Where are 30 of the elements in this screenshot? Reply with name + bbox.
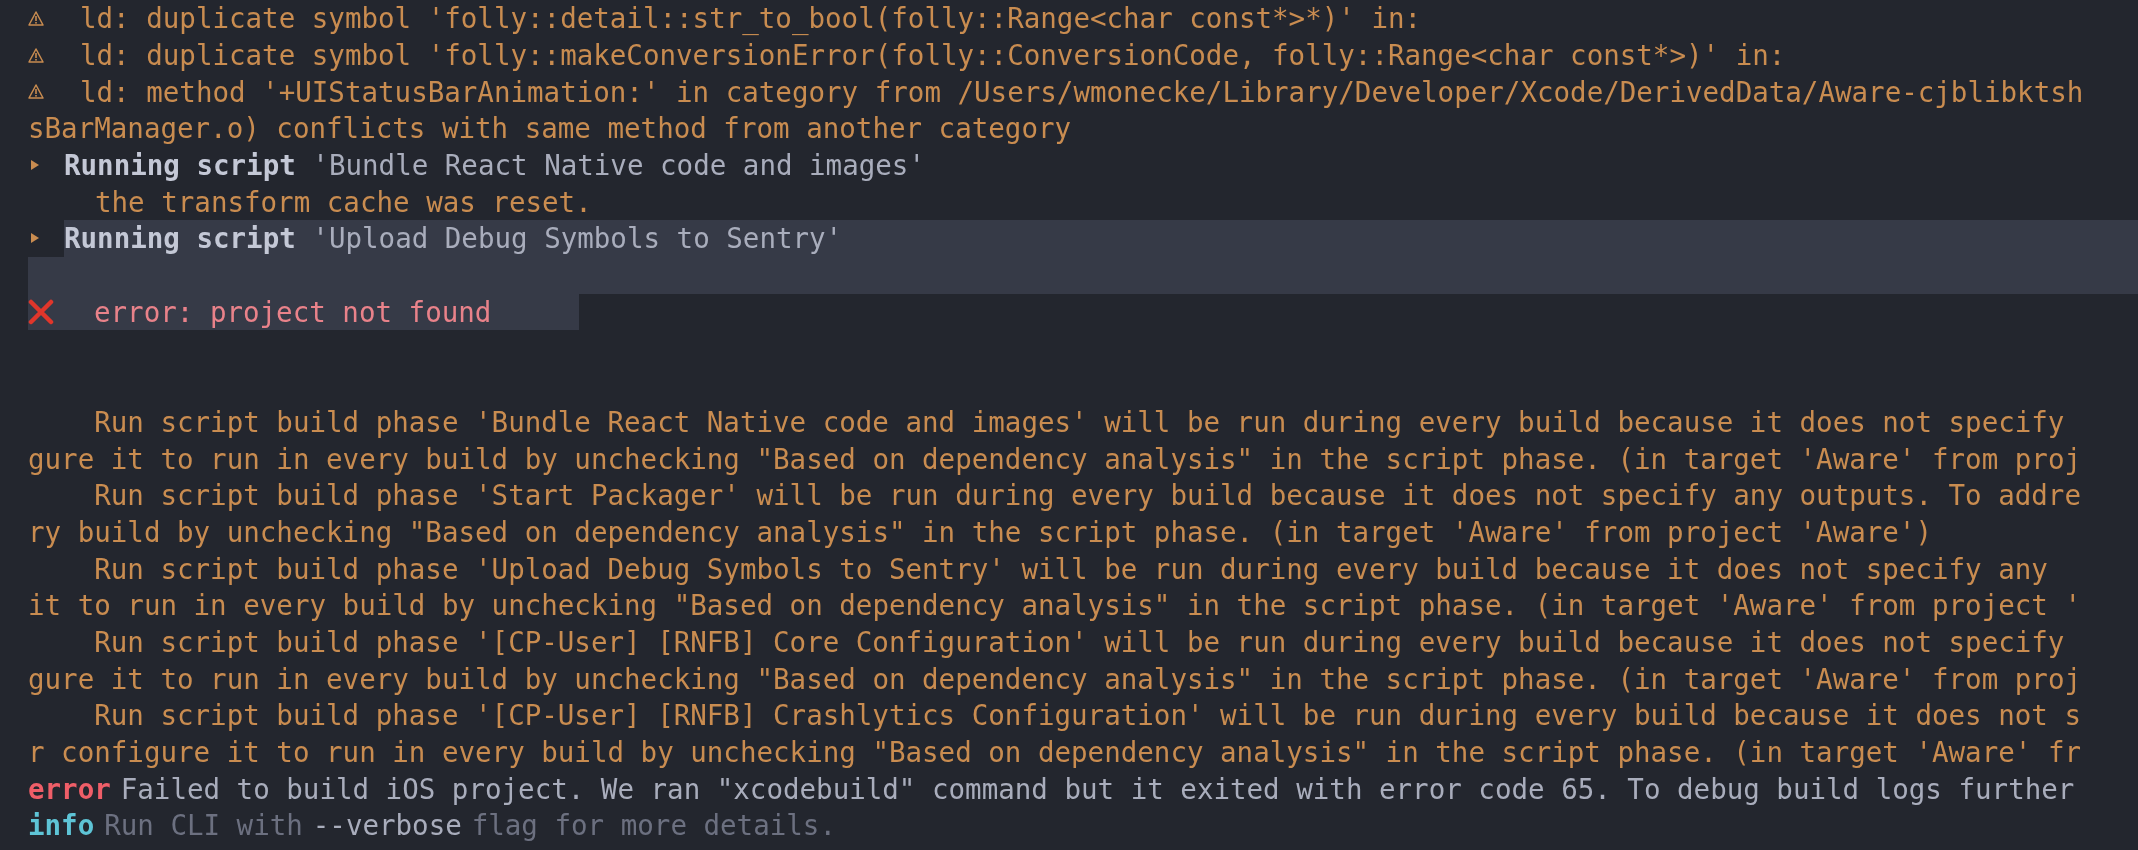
log-text: Run script build phase 'Start Packager' will be run during every build because it does not specify any outputs. To addre [93,479,2081,512]
log-text: Run script build phase '[CP-User] [RNFB] Core Configuration' will be run during every build because it does not specify [93,626,2065,659]
warning-message: ld: method '+UIStatusBarAnimation:' in category from /Users/wmonecke/Library/Developer/Xcode/DerivedData/Aware-cjblibktsh [80,75,2084,108]
error-message: error: project not found [94,295,492,328]
warning-icon [28,10,44,26]
log-text: Run script build phase 'Bundle React Native code and images' will be run during every build because it does not specify [93,405,2065,438]
log-text: Failed to build iOS project. We ran "xcodebuild" command but it exited with error code 65. To debug build logs further [120,772,2075,805]
log-text: it to run in every build by unchecking "Based on dependency analysis" in the script phase. (in target 'Aware' from project ' [28,589,2081,622]
error-cross-icon [28,298,54,325]
disclosure-triangle-icon[interactable] [30,159,40,172]
log-text: gure it to run in every build by unchecking "Based on dependency analysis" in the script phase. (in target 'Aware' from proj [28,442,2081,475]
log-text: --verbose [312,809,462,842]
log-text: flag for more details. [471,809,836,842]
log-text: r configure it to run in every build by unchecking "Based on dependency analysis" in the script phase. (in target 'Aware' fr [28,736,2081,769]
warning-icon [28,47,44,63]
warning-message: ld: duplicate symbol 'folly::detail::str_to_bool(folly::Range<char const*>*)' in: [80,2,1422,35]
log-text: Run script build phase '[CP-User] [RNFB] Crashlytics Configuration' will be run during every build because it does not s [93,699,2081,732]
log-text: Run script build phase 'Upload Debug Symbols to Sentry' will be run during every build because it does not specify any [93,552,2048,585]
script-step: Running script 'Upload Debug Symbols to Sentry' [64,222,843,255]
log-level-label: error [28,772,111,805]
warning-icon [28,84,44,100]
log-text: gure it to run in every build by unchecking "Based on dependency analysis" in the script phase. (in target 'Aware' from proj [28,662,2081,695]
log-text: sBarManager.o) conflicts with same method from another category [28,112,1072,145]
log-text: Run CLI with [104,809,303,842]
script-step: Running script 'Bundle React Native code and images' [64,149,925,182]
warning-message: ld: duplicate symbol 'folly::makeConversionError(folly::ConversionCode, folly::Range<char const*>)' in: [80,39,1786,72]
log-text: ry build by unchecking "Based on dependency analysis" in the script phase. (in target 'Aware' from project 'Aware') [28,515,1932,548]
log-level-label: info [28,809,95,842]
log-text: the transform cache was reset. [95,185,592,218]
disclosure-triangle-icon[interactable] [30,232,40,245]
